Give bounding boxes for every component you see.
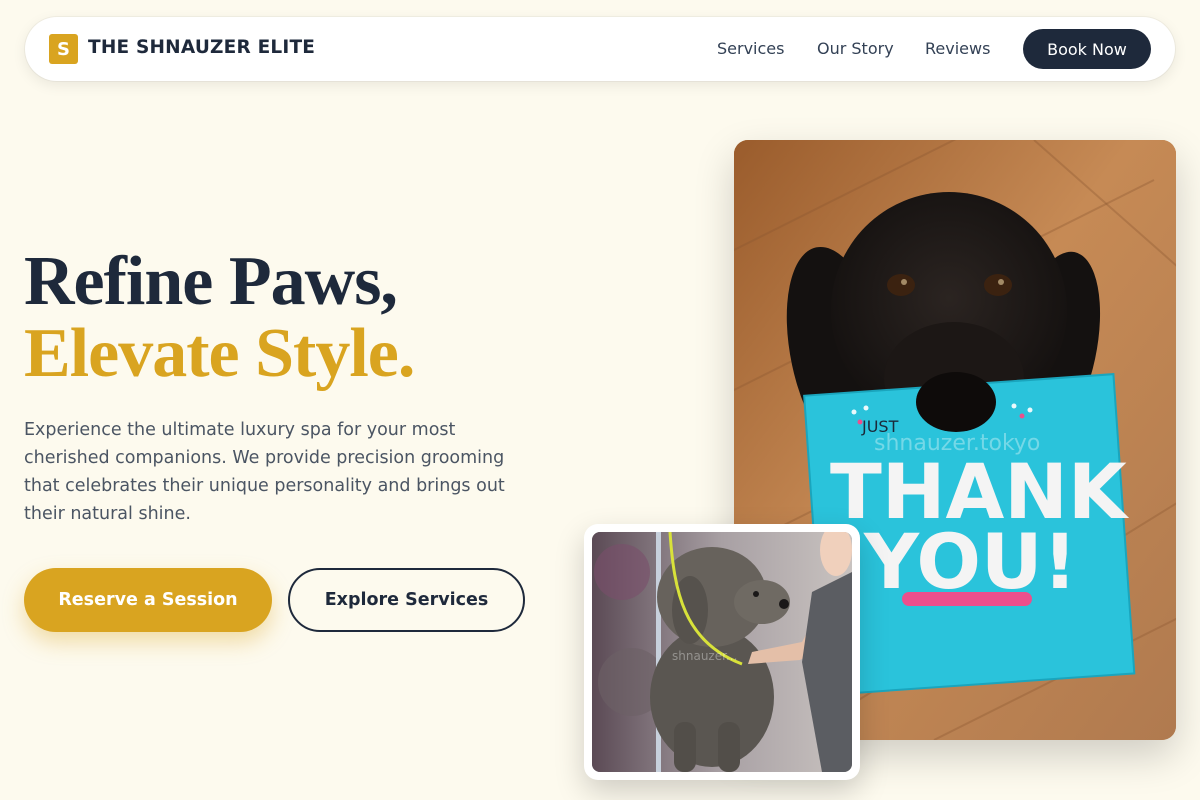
small-photo-watermark: shnauzer...: [672, 649, 737, 663]
nav-link-services[interactable]: Services: [717, 39, 784, 58]
nav-link-our-story[interactable]: Our Story: [817, 39, 894, 58]
top-navigation-bar: S THE SHNAUZER ELITE Services Our Story …: [25, 17, 1175, 81]
hero-headline: Refine Paws, Elevate Style.: [24, 243, 415, 392]
headline-line-1: Refine Paws,: [24, 243, 398, 320]
main-photo-watermark: shnauzer.tokyo: [874, 431, 1040, 456]
groomer-photo-poodle: shnauzer...: [592, 532, 852, 772]
brand-name[interactable]: THE SHNAUZER ELITE: [88, 37, 315, 58]
logo-icon[interactable]: S: [49, 34, 78, 64]
groomer-photo-frame: shnauzer...: [584, 524, 860, 780]
reserve-session-button[interactable]: Reserve a Session: [24, 568, 272, 632]
nav-link-reviews[interactable]: Reviews: [925, 39, 990, 58]
hero-description: Experience the ultimate luxury spa for y…: [24, 420, 505, 524]
book-now-button[interactable]: Book Now: [1023, 29, 1151, 69]
headline-line-2: Elevate Style.: [24, 315, 415, 392]
page: S THE SHNAUZER ELITE Services Our Story …: [0, 0, 1200, 800]
explore-services-button[interactable]: Explore Services: [288, 568, 525, 632]
